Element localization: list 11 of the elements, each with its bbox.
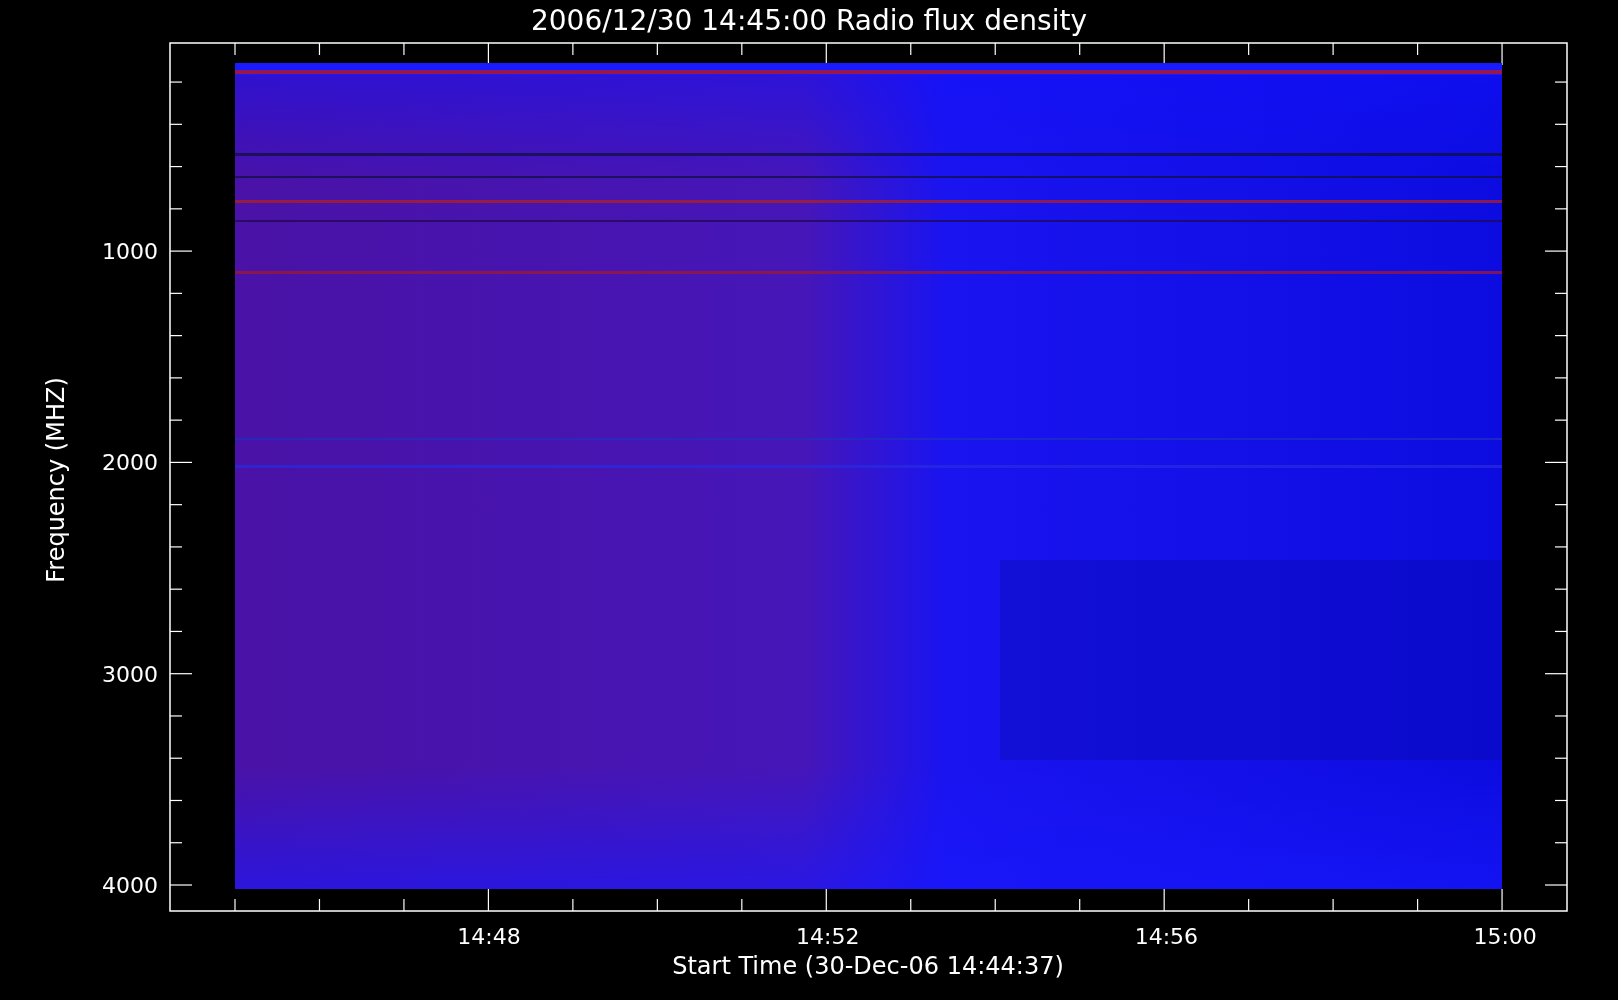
y-tick-label: 1000 [102, 239, 158, 264]
x-tick-label: 14:52 [796, 924, 860, 949]
y-axis-label: Frequency (MHZ) [42, 377, 70, 583]
x-tick-label: 14:56 [1134, 924, 1199, 949]
y-tick-label: 2000 [102, 450, 158, 476]
x-tick-label: 14:48 [457, 924, 521, 949]
x-axis-label: Start Time (30-Dec-06 14:44:37) [672, 952, 1064, 980]
x-tick-label: 15:00 [1473, 924, 1537, 949]
y-tick-label: 3000 [102, 661, 158, 687]
plot-title: 2006/12/30 14:45:00 Radio flux density [531, 4, 1087, 37]
y-tick-label: 4000 [102, 872, 158, 898]
